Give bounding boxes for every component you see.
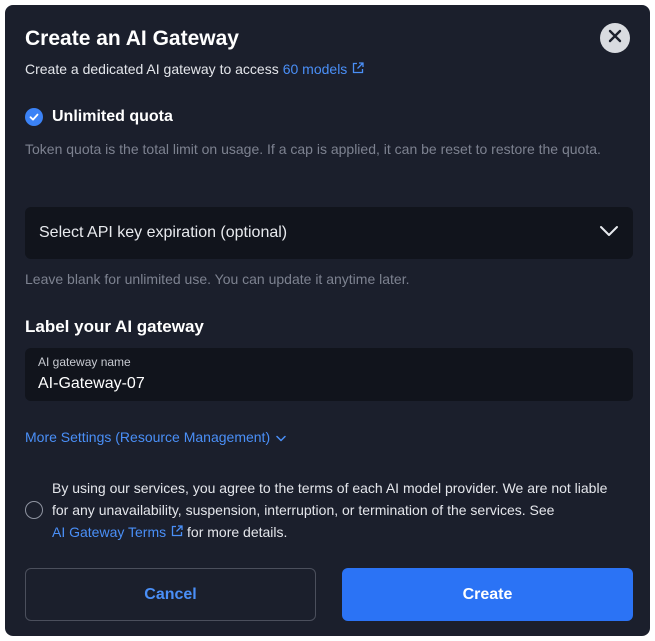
- subtitle-text: Create a dedicated AI gateway to access: [25, 61, 279, 77]
- label-section-heading: Label your AI gateway: [25, 317, 204, 336]
- dialog-title: Create an AI Gateway: [25, 27, 239, 50]
- models-link-label: 60 models: [282, 61, 348, 77]
- terms-text-tail: for more details.: [187, 524, 288, 540]
- create-ai-gateway-dialog: Create an AI Gateway Create a dedicated …: [5, 5, 650, 636]
- checkmark-icon: [25, 108, 43, 126]
- api-key-expiration-select[interactable]: Select API key expiration (optional): [25, 207, 633, 259]
- close-icon: [608, 29, 622, 48]
- close-button[interactable]: [600, 23, 630, 53]
- models-link[interactable]: 60 models: [283, 61, 365, 77]
- chevron-down-icon: [270, 429, 286, 445]
- terms-text: By using our services, you agree to the …: [52, 477, 622, 543]
- external-link-icon: [171, 521, 183, 543]
- gateway-name-label: AI gateway name: [38, 355, 131, 369]
- ai-gateway-terms-link[interactable]: AI Gateway Terms: [52, 521, 183, 543]
- terms-text-body: By using our services, you agree to the …: [52, 480, 608, 518]
- more-settings-toggle[interactable]: More Settings (Resource Management): [25, 429, 286, 445]
- quota-description: Token quota is the total limit on usage.…: [25, 141, 601, 157]
- unlimited-quota-label: Unlimited quota: [52, 108, 173, 125]
- unlimited-quota-checkbox[interactable]: Unlimited quota: [25, 108, 173, 126]
- external-link-icon: [352, 61, 364, 77]
- expiration-hint: Leave blank for unlimited use. You can u…: [25, 271, 410, 287]
- dialog-subtitle: Create a dedicated AI gateway to access …: [25, 61, 364, 77]
- create-button[interactable]: Create: [342, 568, 633, 621]
- gateway-name-input[interactable]: [38, 373, 618, 395]
- chevron-down-icon: [599, 224, 619, 242]
- expiration-select-value: Select API key expiration (optional): [39, 224, 288, 241]
- more-settings-label: More Settings (Resource Management): [25, 429, 271, 445]
- terms-agree-radio[interactable]: [25, 501, 43, 519]
- terms-link-label: AI Gateway Terms: [52, 524, 167, 540]
- cancel-button[interactable]: Cancel: [25, 568, 316, 621]
- gateway-name-field[interactable]: AI gateway name: [25, 348, 633, 401]
